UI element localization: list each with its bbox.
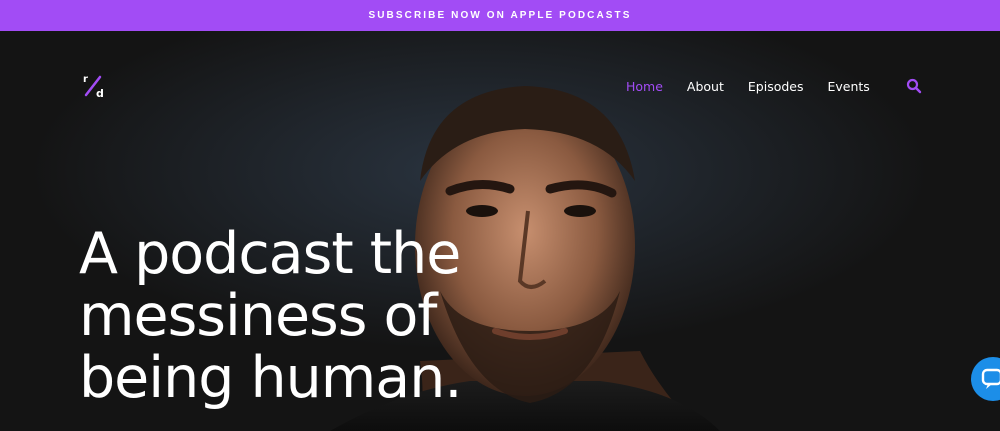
- headline-line: A podcast the: [79, 221, 461, 287]
- nav-item-episodes[interactable]: Episodes: [748, 79, 804, 94]
- main-nav: Home About Episodes Events: [626, 79, 894, 94]
- logo-mark-icon: r d: [83, 74, 104, 100]
- site-logo[interactable]: r d: [82, 73, 110, 101]
- subscribe-link[interactable]: SUBSCRIBE NOW ON APPLE PODCASTS: [368, 10, 631, 21]
- nav-item-events[interactable]: Events: [828, 79, 870, 94]
- headline-line: messiness of: [79, 283, 437, 349]
- nav-item-home[interactable]: Home: [626, 79, 663, 94]
- chat-bubble-icon: [981, 368, 1000, 389]
- nav-item-about[interactable]: About: [687, 79, 724, 94]
- headline-line: being human.: [79, 345, 462, 411]
- announcement-bar: SUBSCRIBE NOW ON APPLE PODCASTS: [0, 0, 1000, 31]
- hero-section: r d Home About Episodes Events A podcast…: [0, 31, 1000, 431]
- search-icon[interactable]: [906, 78, 922, 94]
- svg-text:d: d: [96, 87, 104, 100]
- hero-headline: A podcast the messiness of being human.: [79, 223, 539, 409]
- svg-text:r: r: [83, 74, 88, 85]
